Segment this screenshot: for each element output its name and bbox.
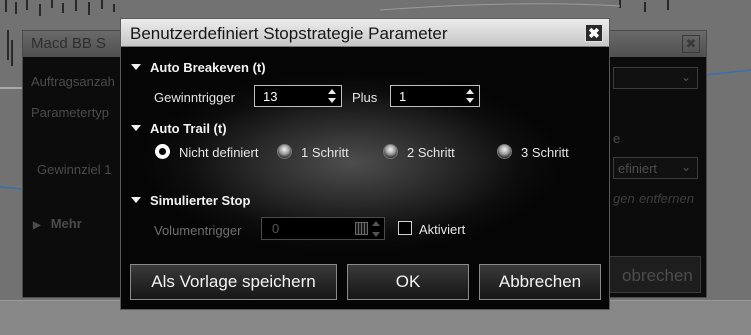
ok-button[interactable]: OK bbox=[347, 264, 469, 300]
label-auftragsanzahl: Auftragsanzah bbox=[31, 74, 115, 89]
link-entfernen[interactable]: entfernen bbox=[639, 191, 694, 206]
radio-1-schritt[interactable] bbox=[277, 144, 292, 159]
radio-label-3-schritt: 3 Schritt bbox=[521, 145, 569, 160]
calculator-icon[interactable] bbox=[355, 222, 368, 235]
aktiviert-checkbox[interactable] bbox=[398, 221, 412, 235]
dialog-titlebar[interactable]: Benutzerdefiniert Stopstrategie Paramete… bbox=[121, 19, 609, 47]
background-close-icon[interactable]: ✖ bbox=[682, 35, 700, 53]
background-window-title: Macd BB S bbox=[31, 35, 107, 52]
aktiviert-label: Aktiviert bbox=[419, 222, 466, 237]
collapse-triangle-icon bbox=[131, 125, 141, 131]
background-select-2-value: efiniert bbox=[618, 161, 658, 176]
label-gewinnziel: Gewinnziel 1 bbox=[37, 162, 112, 177]
plus-label: Plus bbox=[352, 90, 378, 105]
volumentrigger-value: 0 bbox=[272, 221, 280, 236]
section-simulierter-stop[interactable]: Simulierter Stop bbox=[131, 193, 250, 208]
radio-label-nicht-definiert: Nicht definiert bbox=[179, 145, 259, 160]
chevron-down-icon: ⌄ bbox=[680, 70, 691, 84]
stepper-arrows-icon[interactable] bbox=[328, 88, 338, 104]
stop-strategy-parameter-dialog: Benutzerdefiniert Stopstrategie Paramete… bbox=[120, 18, 610, 310]
link-hinzufuegen[interactable]: gen bbox=[613, 191, 635, 206]
label-parametertyp: Parametertyp bbox=[31, 105, 110, 120]
radio-label-2-schritt: 2 Schritt bbox=[407, 145, 455, 160]
section-auto-trail[interactable]: Auto Trail (t) bbox=[131, 121, 227, 136]
gewinntrigger-stepper[interactable]: 13 bbox=[254, 85, 342, 107]
volumentrigger-stepper[interactable]: 0 bbox=[261, 217, 385, 240]
dialog-title: Benutzerdefiniert Stopstrategie Paramete… bbox=[130, 24, 448, 43]
radio-3-schritt[interactable] bbox=[497, 144, 512, 159]
stepper-arrows-icon[interactable] bbox=[371, 221, 381, 237]
close-icon[interactable]: ✖ bbox=[585, 24, 603, 42]
save-template-button[interactable]: Als Vorlage speichern bbox=[130, 264, 337, 300]
volumentrigger-label: Volumentrigger bbox=[154, 223, 242, 238]
plus-value: 1 bbox=[399, 89, 407, 104]
mehr-label: Mehr bbox=[50, 216, 82, 231]
mehr-expander[interactable]: ▶ Mehr bbox=[33, 216, 82, 231]
stepper-arrows-icon[interactable] bbox=[466, 88, 476, 104]
gewinntrigger-label: Gewinntrigger bbox=[154, 90, 235, 105]
auto-trail-heading: Auto Trail (t) bbox=[150, 121, 227, 136]
background-select-1[interactable]: ⌄ bbox=[613, 67, 698, 89]
background-select-2[interactable]: efiniert ⌄ bbox=[613, 157, 698, 179]
plus-stepper[interactable]: 1 bbox=[390, 85, 480, 107]
gewinntrigger-value: 13 bbox=[263, 89, 278, 104]
section-auto-breakeven[interactable]: Auto Breakeven (t) bbox=[131, 60, 266, 75]
label-e: e bbox=[613, 131, 621, 146]
radio-2-schritt[interactable] bbox=[383, 144, 398, 159]
collapse-triangle-icon bbox=[131, 64, 141, 70]
radio-nicht-definiert[interactable] bbox=[155, 144, 170, 159]
expand-triangle-icon: ▶ bbox=[33, 220, 41, 231]
background-cancel-button[interactable]: obrechen bbox=[601, 256, 701, 293]
chevron-down-icon: ⌄ bbox=[680, 160, 691, 174]
simulierter-stop-heading: Simulierter Stop bbox=[150, 193, 251, 208]
cancel-button[interactable]: Abbrechen bbox=[479, 264, 601, 300]
dialog-content: Auto Breakeven (t) Gewinntrigger 13 Plus… bbox=[121, 48, 609, 309]
collapse-triangle-icon bbox=[131, 197, 141, 203]
auto-breakeven-heading: Auto Breakeven (t) bbox=[150, 60, 266, 75]
radio-label-1-schritt: 1 Schritt bbox=[301, 145, 349, 160]
